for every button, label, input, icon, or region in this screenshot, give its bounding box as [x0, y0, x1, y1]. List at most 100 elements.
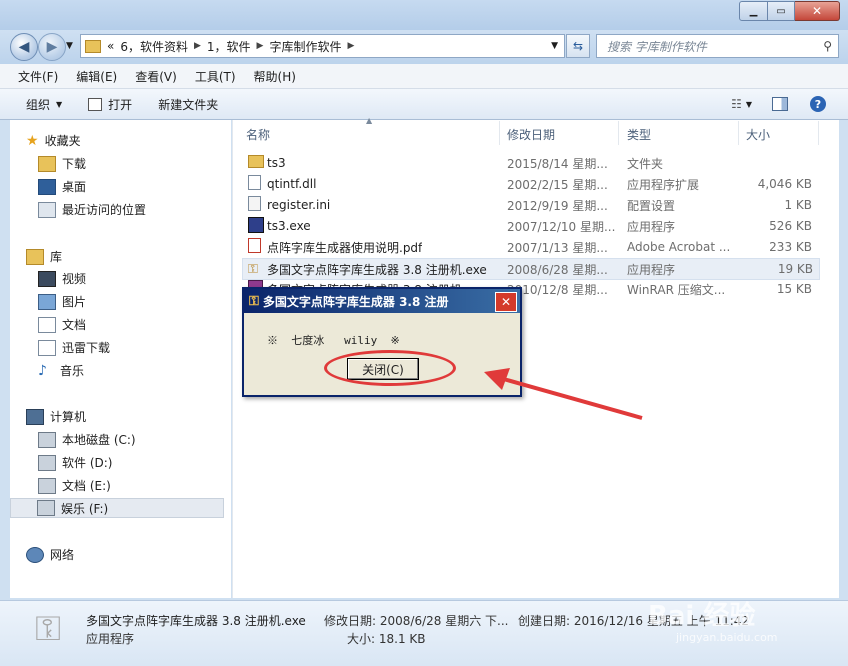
- menu-view[interactable]: 查看(V): [135, 68, 177, 85]
- maximize-button[interactable]: ▭: [768, 1, 795, 21]
- dll-file-icon: [248, 175, 261, 193]
- nav-xunlei-downloads[interactable]: 迅雷下载: [38, 339, 110, 356]
- nav-label: 文档: [62, 318, 87, 332]
- breadcrumb-overflow[interactable]: «: [107, 39, 114, 53]
- library-icon: [26, 248, 44, 265]
- network-icon: [26, 546, 44, 563]
- nav-libraries[interactable]: 库: [26, 248, 62, 265]
- menu-tools[interactable]: 工具(T): [195, 68, 236, 85]
- breadcrumb-item[interactable]: 6，软件资料: [120, 38, 188, 55]
- file-size: 19 KB: [777, 262, 813, 276]
- nav-documents[interactable]: 文档: [38, 316, 86, 333]
- minimize-button[interactable]: ▁: [739, 1, 768, 21]
- hard-drive-icon: [37, 500, 55, 516]
- file-type: 文件夹: [627, 156, 664, 171]
- file-row[interactable]: 点阵字库生成器使用说明.pdf 2007/1/13 星期... Adobe Ac…: [242, 237, 818, 257]
- nav-pictures[interactable]: 图片: [38, 293, 86, 310]
- folder-icon: [85, 39, 101, 53]
- dialog-message: ※ 七度冰 wiliy ※: [267, 334, 400, 347]
- forward-button[interactable]: ▶: [38, 33, 66, 61]
- open-button[interactable]: 打开: [88, 96, 132, 113]
- nav-downloads[interactable]: 下载: [38, 155, 86, 172]
- close-icon: ✕: [500, 295, 512, 309]
- help-icon[interactable]: ?: [810, 96, 826, 112]
- nav-drive-f[interactable]: 娱乐 (F:): [10, 498, 224, 518]
- new-folder-button[interactable]: 新建文件夹: [158, 96, 218, 113]
- file-name: 点阵字库生成器使用说明.pdf: [267, 240, 423, 255]
- dialog-close-button[interactable]: ✕: [495, 292, 517, 312]
- address-bar[interactable]: « 6，软件资料 ▶ 1，软件 ▶ 字库制作软件 ▶ ▼: [80, 34, 565, 58]
- preview-pane-icon[interactable]: [772, 97, 788, 111]
- nav-label: 本地磁盘 (C:): [62, 433, 136, 447]
- file-date: 2010/12/8 星期...: [507, 282, 608, 297]
- nav-computer[interactable]: 计算机: [26, 408, 86, 425]
- view-options-button[interactable]: ☷ ▼: [731, 97, 752, 111]
- nav-drive-e[interactable]: 文档 (E:): [38, 477, 111, 494]
- search-box[interactable]: 搜索 字库制作软件 ⚲: [596, 34, 839, 58]
- nav-label: 库: [50, 250, 63, 264]
- nav-recent-places[interactable]: 最近访问的位置: [38, 201, 146, 218]
- nav-label: 计算机: [50, 410, 87, 424]
- close-window-button[interactable]: ✕: [795, 1, 840, 21]
- menu-file[interactable]: 文件(F): [18, 68, 58, 85]
- search-input[interactable]: 搜索 字库制作软件: [607, 38, 707, 55]
- xunlei-folder-icon: [38, 339, 56, 356]
- file-name: qtintf.dll: [267, 177, 317, 191]
- file-date: 2007/12/10 星期...: [507, 219, 616, 234]
- dialog-title: 多国文字点阵字库生成器 3.8 注册: [262, 294, 449, 309]
- nav-music[interactable]: ♪ 音乐: [38, 362, 84, 379]
- address-dropdown-icon[interactable]: ▼: [551, 41, 558, 51]
- file-row[interactable]: ts3 2015/8/14 星期... 文件夹: [242, 153, 818, 173]
- nav-label: 文档 (E:): [62, 479, 111, 493]
- nav-drive-d[interactable]: 软件 (D:): [38, 454, 112, 471]
- breadcrumb-current[interactable]: 字库制作软件: [269, 38, 341, 55]
- column-header-date[interactable]: 修改日期: [507, 126, 555, 143]
- chevron-down-icon: ▼: [745, 99, 752, 109]
- refresh-button[interactable]: ⇆: [566, 34, 590, 58]
- pictures-icon: [38, 293, 56, 310]
- chevron-right-icon[interactable]: ▶: [347, 41, 354, 51]
- breadcrumb-item[interactable]: 1，软件: [207, 38, 251, 55]
- keys-app-icon: ⚿: [248, 261, 258, 277]
- column-header-name[interactable]: 名称: [246, 126, 270, 143]
- nav-network[interactable]: 网络: [26, 546, 74, 563]
- file-type: 配置设置: [627, 198, 676, 213]
- file-row-selected[interactable]: ⚿ 多国文字点阵字库生成器 3.8 注册机.exe 2008/6/28 星期..…: [242, 258, 820, 280]
- nav-favorites[interactable]: ★ 收藏夹: [26, 132, 81, 149]
- menu-edit[interactable]: 编辑(E): [76, 68, 117, 85]
- keys-app-icon: ⚿: [249, 293, 259, 309]
- file-name: register.ini: [267, 198, 331, 212]
- column-divider[interactable]: [738, 121, 739, 145]
- column-divider[interactable]: [499, 121, 500, 145]
- chevron-right-icon[interactable]: ▶: [257, 41, 264, 51]
- music-note-icon: ♪: [38, 362, 47, 379]
- dialog-titlebar[interactable]: ⚿ 多国文字点阵字库生成器 3.8 注册: [244, 289, 520, 313]
- column-header-type[interactable]: 类型: [627, 126, 651, 143]
- menu-help[interactable]: 帮助(H): [254, 68, 296, 85]
- chevron-right-icon[interactable]: ▶: [194, 41, 201, 51]
- organize-button[interactable]: 组织 ▼: [26, 96, 62, 113]
- file-row[interactable]: qtintf.dll 2002/2/15 星期... 应用程序扩展 4,046 …: [242, 174, 818, 194]
- search-icon[interactable]: ⚲: [823, 39, 832, 53]
- column-divider[interactable]: [618, 121, 619, 145]
- nav-desktop[interactable]: 桌面: [38, 178, 86, 195]
- file-row[interactable]: ts3.exe 2007/12/10 星期... 应用程序 526 KB: [242, 216, 818, 236]
- file-size: 526 KB: [769, 219, 812, 233]
- nav-videos[interactable]: 视频: [38, 270, 86, 287]
- history-dropdown-icon[interactable]: ▼: [66, 41, 73, 51]
- file-type: WinRAR 压缩文...: [627, 282, 726, 297]
- details-size: 大小: 18.1 KB: [347, 632, 426, 646]
- refresh-icon: ⇆: [572, 39, 584, 53]
- exe-app-icon: [248, 216, 264, 236]
- hard-drive-icon: [38, 477, 56, 494]
- details-modified: 修改日期: 2008/6/28 星期六 下...: [324, 614, 509, 628]
- nav-drive-c[interactable]: 本地磁盘 (C:): [38, 431, 136, 448]
- column-divider[interactable]: [818, 121, 819, 145]
- annotation-ellipse: [324, 350, 456, 386]
- file-row[interactable]: register.ini 2012/9/19 星期... 配置设置 1 KB: [242, 195, 818, 215]
- column-header-size[interactable]: 大小: [746, 126, 770, 143]
- keys-file-thumbnail-icon: ⚿: [35, 609, 61, 649]
- file-name: ts3.exe: [267, 219, 311, 233]
- back-button[interactable]: ◀: [10, 33, 38, 61]
- organize-label: 组织: [26, 97, 51, 112]
